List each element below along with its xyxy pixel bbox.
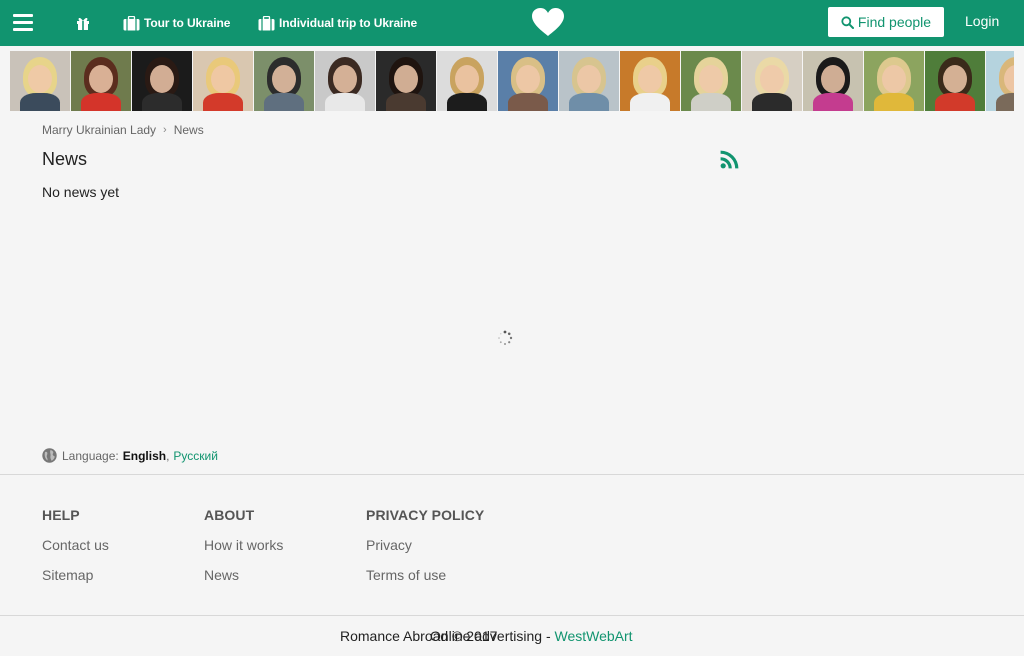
online-advertising-text: Online advertising - WestWebArt: [430, 628, 633, 644]
profile-photo-thumbnail[interactable]: [254, 51, 314, 111]
profile-photo-thumbnail[interactable]: [132, 51, 192, 111]
profile-photo-thumbnail[interactable]: [376, 51, 436, 111]
photo-face: [943, 65, 967, 93]
footer-about-heading: ABOUT: [204, 507, 255, 523]
photo-body: [386, 93, 426, 111]
footer-sitemap-link[interactable]: Sitemap: [42, 567, 109, 583]
profile-photo-thumbnail[interactable]: [10, 51, 70, 111]
profile-photo-thumbnail[interactable]: [193, 51, 253, 111]
profile-photo-thumbnail[interactable]: [437, 51, 497, 111]
globe-icon: [42, 448, 57, 463]
no-news-message: No news yet: [42, 184, 120, 200]
footer-privacy-column: PRIVACY POLICY Privacy Terms of use: [366, 507, 484, 597]
photo-body: [691, 93, 731, 111]
language-separator: ,: [166, 448, 170, 463]
tour-to-ukraine-link[interactable]: Tour to Ukraine: [123, 14, 230, 32]
westwebart-link[interactable]: WestWebArt: [555, 628, 633, 644]
rss-icon[interactable]: [720, 149, 740, 169]
photo-body: [142, 93, 182, 111]
page-title: News: [42, 149, 88, 169]
photo-body: [752, 93, 792, 111]
photo-face: [150, 65, 174, 93]
language-switcher: Language: English, Русский: [42, 448, 218, 463]
online-advertising-label: Online advertising -: [430, 628, 555, 644]
photo-face: [638, 65, 662, 93]
profile-photo-thumbnail[interactable]: [986, 51, 1014, 111]
top-navbar: Tour to Ukraine Individual trip to Ukrai…: [0, 0, 1024, 46]
photo-body: [264, 93, 304, 111]
photo-body: [325, 93, 365, 111]
hamburger-icon[interactable]: [13, 14, 33, 32]
photo-face: [821, 65, 845, 93]
photo-body: [81, 93, 121, 111]
find-people-label: Find people: [857, 14, 932, 30]
footer-help-column: HELP Contact us Sitemap: [42, 507, 109, 597]
breadcrumb-home-link[interactable]: Marry Ukrainian Lady: [42, 123, 156, 137]
footer-news-link[interactable]: News: [204, 567, 283, 583]
language-russian-link[interactable]: Русский: [173, 449, 218, 463]
photo-body: [569, 93, 609, 111]
footer-privacy-heading: PRIVACY POLICY: [366, 507, 485, 523]
footer-help-heading: HELP: [42, 507, 80, 523]
photo-face: [89, 65, 113, 93]
footer-divider-bottom: [0, 615, 1024, 616]
breadcrumb: Marry Ukrainian Lady › News: [42, 123, 204, 137]
footer-about-column: ABOUT How it works News: [204, 507, 283, 597]
individual-trip-label: Individual trip to Ukraine: [279, 16, 418, 30]
photo-body: [630, 93, 670, 111]
profile-photo-thumbnail[interactable]: [742, 51, 802, 111]
photo-body: [813, 93, 853, 111]
photo-body: [20, 93, 60, 111]
photo-face: [882, 65, 906, 93]
photo-face: [211, 65, 235, 93]
photo-face: [699, 65, 723, 93]
profile-photo-thumbnail[interactable]: [864, 51, 924, 111]
suitcase-icon: [123, 15, 140, 30]
language-current: English: [122, 448, 167, 463]
photo-face: [272, 65, 296, 93]
profile-photo-strip: [10, 51, 1014, 111]
profile-photo-thumbnail[interactable]: [803, 51, 863, 111]
language-label: Language:: [62, 448, 119, 463]
login-link[interactable]: Login: [965, 13, 999, 29]
photo-face: [333, 65, 357, 93]
copyright-bar: Romance Abroad © 2017 Online advertising…: [340, 628, 633, 644]
profile-photo-thumbnail[interactable]: [71, 51, 131, 111]
photo-body: [447, 93, 487, 111]
gift-icon[interactable]: [75, 15, 91, 31]
profile-photo-thumbnail[interactable]: [559, 51, 619, 111]
footer-contact-us-link[interactable]: Contact us: [42, 537, 109, 553]
photo-body: [935, 93, 975, 111]
breadcrumb-current: News: [173, 123, 204, 137]
suitcase-icon: [258, 15, 275, 30]
profile-photo-thumbnail[interactable]: [498, 51, 558, 111]
photo-face: [28, 65, 52, 93]
individual-trip-link[interactable]: Individual trip to Ukraine: [258, 14, 417, 32]
search-icon: [841, 15, 854, 29]
heart-icon[interactable]: [531, 7, 565, 37]
photo-body: [508, 93, 548, 111]
photo-face: [577, 65, 601, 93]
loading-spinner-icon: [498, 330, 513, 345]
profile-photo-thumbnail[interactable]: [925, 51, 985, 111]
photo-body: [996, 93, 1014, 111]
find-people-button[interactable]: Find people: [828, 7, 944, 37]
breadcrumb-separator-icon: ›: [163, 124, 167, 136]
photo-face: [394, 65, 418, 93]
photo-body: [203, 93, 243, 111]
profile-photo-thumbnail[interactable]: [620, 51, 680, 111]
footer-divider-top: [0, 474, 1024, 475]
photo-face: [455, 65, 479, 93]
photo-body: [874, 93, 914, 111]
tour-to-ukraine-label: Tour to Ukraine: [144, 16, 231, 30]
footer-terms-link[interactable]: Terms of use: [366, 567, 484, 583]
footer-privacy-link[interactable]: Privacy: [366, 537, 484, 553]
profile-photo-thumbnail[interactable]: [681, 51, 741, 111]
photo-face: [760, 65, 784, 93]
profile-photo-thumbnail[interactable]: [315, 51, 375, 111]
photo-face: [516, 65, 540, 93]
footer-how-it-works-link[interactable]: How it works: [204, 537, 283, 553]
